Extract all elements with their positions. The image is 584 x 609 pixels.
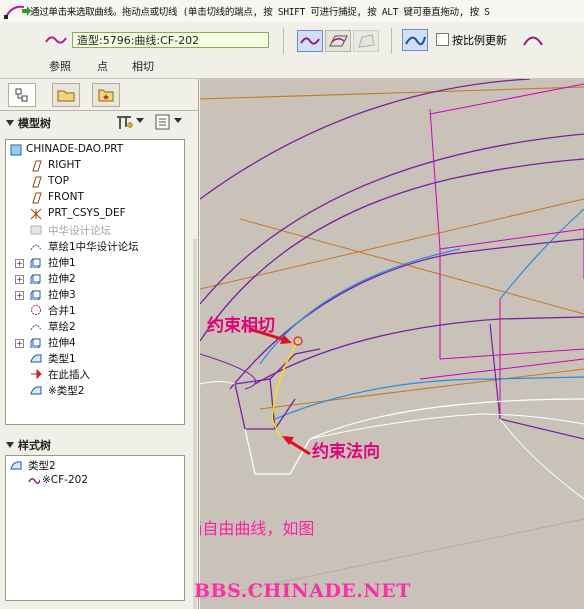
planar-curve-button[interactable] <box>325 30 351 52</box>
extrude-icon <box>30 274 41 284</box>
divider <box>0 110 198 111</box>
tree-settings-icon[interactable] <box>114 113 136 131</box>
style-icon <box>30 386 42 395</box>
tree-item-style2[interactable]: ※类型2 <box>48 383 84 398</box>
tree-item-part[interactable]: CHINADE-DAO.PRT <box>26 143 123 155</box>
csys-icon <box>30 208 42 220</box>
curve-edit-dashboard: 造型:5796:曲线:CF-202 按比例更新 参照 点 相切 <box>0 22 584 79</box>
tree-item-sketch1[interactable]: 草绘1中华设计论坛 <box>48 239 139 254</box>
show-menu-icon[interactable] <box>154 113 172 131</box>
tree-item-top[interactable]: TOP <box>48 175 69 187</box>
expand-icon[interactable]: + <box>15 339 24 348</box>
collapse-arrow-icon[interactable] <box>6 441 14 449</box>
cos-curve-icon <box>358 34 375 48</box>
step-instruction: 8. 继续造型，画自由曲线，如图 <box>200 519 315 538</box>
image-icon <box>30 225 42 235</box>
expand-icon[interactable]: + <box>15 291 24 300</box>
sketch-icon <box>30 324 42 331</box>
cos-curve-button[interactable] <box>353 30 379 52</box>
navigator-panel: 模型树 CHINADE-DAO.PRT RIGHT TOP FRONT PRT_… <box>0 79 199 609</box>
tab-tangency[interactable]: 相切 <box>132 58 154 74</box>
tab-model-tree[interactable] <box>8 83 36 107</box>
style-tree-curve[interactable]: ※CF-202 <box>42 474 88 486</box>
style-tree-root[interactable]: 类型2 <box>28 458 56 473</box>
tree-item-merge1[interactable]: 合并1 <box>48 303 76 318</box>
expand-icon[interactable]: + <box>15 275 24 284</box>
model-tree-header: 模型树 <box>18 117 51 130</box>
datum-plane-icon <box>32 176 42 188</box>
tree-item-image[interactable]: 中华设计论坛 <box>48 223 111 238</box>
tree-item-extrude4[interactable]: 拉伸4 <box>48 335 76 350</box>
folder-icon <box>57 90 75 102</box>
tab-folder-browser[interactable] <box>52 83 80 107</box>
curvature-icon <box>405 36 426 46</box>
tree-item-extrude1[interactable]: 拉伸1 <box>48 255 76 270</box>
free-curve-type-icon <box>300 37 320 45</box>
expand-icon[interactable]: + <box>15 259 24 268</box>
normal-annotation: 约束法向 <box>312 442 380 462</box>
free-curve-icon <box>28 478 40 484</box>
model-tree-icon <box>15 88 28 102</box>
tree-item-csys[interactable]: PRT_CSYS_DEF <box>48 207 126 219</box>
scale-update-label: 按比例更新 <box>452 34 507 47</box>
curve-reference-field[interactable]: 造型:5796:曲线:CF-202 <box>72 32 269 48</box>
curvature-button[interactable] <box>402 29 428 51</box>
chevron-down-icon[interactable] <box>136 118 144 124</box>
tree-item-style1[interactable]: 类型1 <box>48 351 76 366</box>
free-curve-icon <box>45 36 67 44</box>
extrude-icon <box>30 338 41 348</box>
separator <box>391 28 392 54</box>
style-icon <box>10 461 22 470</box>
tab-points[interactable]: 点 <box>97 58 108 74</box>
tree-item-front[interactable]: FRONT <box>48 191 84 203</box>
tree-item-insert-here[interactable]: 在此插入 <box>48 367 90 382</box>
collapse-arrow-icon[interactable] <box>6 119 14 127</box>
datum-plane-icon <box>32 160 42 172</box>
extrude-icon <box>30 258 41 268</box>
datum-plane-icon <box>32 192 42 204</box>
tree-item-extrude3[interactable]: 拉伸3 <box>48 287 76 302</box>
tab-references[interactable]: 参照 <box>49 58 71 74</box>
insert-arrow-icon <box>31 368 42 380</box>
tree-item-right[interactable]: RIGHT <box>48 159 81 171</box>
panel-sash[interactable] <box>193 239 197 609</box>
free-curve-button[interactable] <box>297 30 323 52</box>
favorites-star-icon <box>98 89 114 102</box>
tab-favorites[interactable] <box>92 83 120 107</box>
curve-options-icon[interactable] <box>521 30 545 48</box>
scale-update-checkbox[interactable] <box>436 33 449 46</box>
tree-item-sketch2[interactable]: 草绘2 <box>48 319 76 334</box>
status-message: 通过单击来选取曲线。拖动点或切线 (单击切线的端点, 按 SHIFT 可进行捕捉… <box>30 7 490 18</box>
separator <box>283 28 284 54</box>
extrude-icon <box>30 290 41 300</box>
tangent-annotation: 约束相切 <box>207 316 275 336</box>
forum-watermark: BBS.CHINADE.NET <box>194 580 411 602</box>
part-icon <box>10 144 22 156</box>
merge-icon <box>31 305 41 315</box>
chevron-down-icon[interactable] <box>174 118 182 124</box>
message-bar: 通过单击来选取曲线。拖动点或切线 (单击切线的端点, 按 SHIFT 可进行捕捉… <box>0 0 584 23</box>
style-icon <box>30 354 42 363</box>
style-tree: 类型2 ※CF-202 <box>5 455 185 601</box>
planar-curve-icon <box>329 35 348 47</box>
style-tree-header: 样式树 <box>18 439 51 452</box>
sketch-icon <box>30 244 42 251</box>
tree-item-extrude2[interactable]: 拉伸2 <box>48 271 76 286</box>
model-tree: CHINADE-DAO.PRT RIGHT TOP FRONT PRT_CSYS… <box>5 139 185 425</box>
graphics-window[interactable]: 约束相切 约束法向 8. 继续造型，画自由曲线，如图 <box>200 79 584 609</box>
